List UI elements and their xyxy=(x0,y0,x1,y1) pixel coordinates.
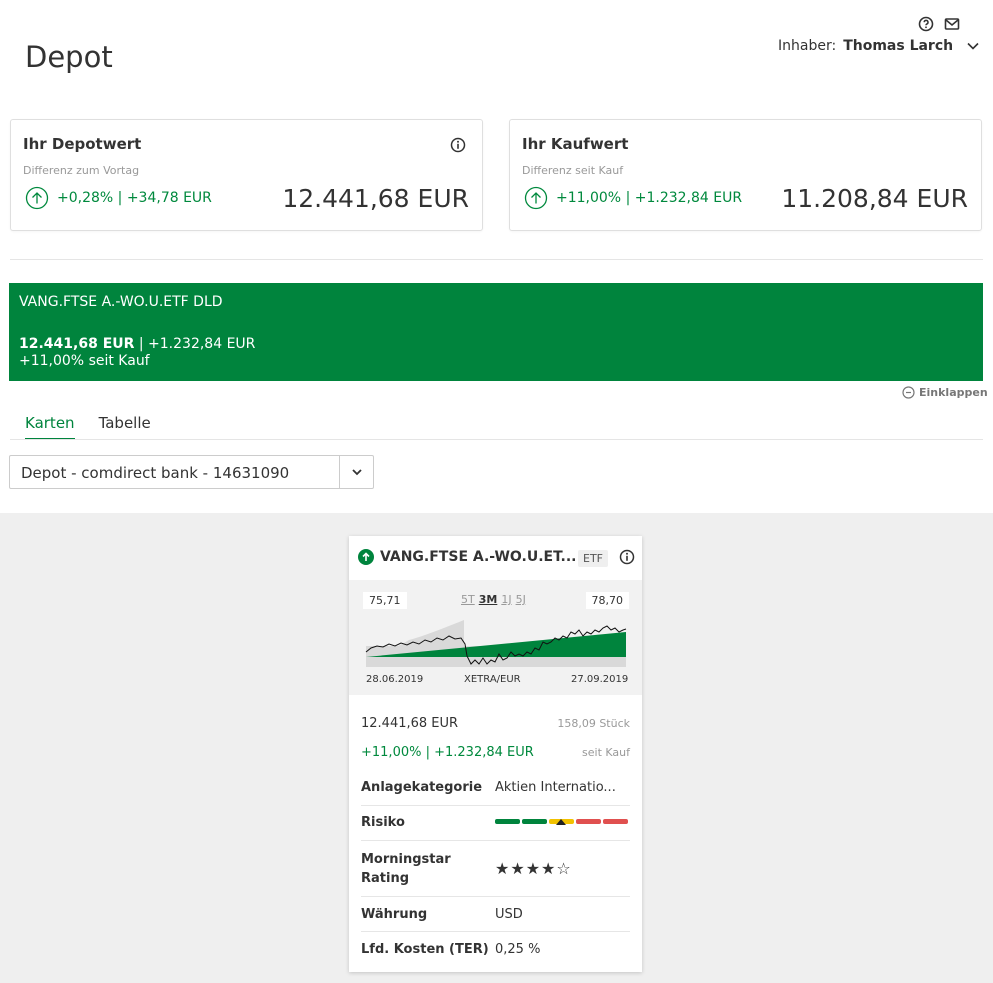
risk-segment-2 xyxy=(522,819,547,824)
chart-exchange: XETRA/EUR xyxy=(464,674,521,685)
category-value: Aktien Internatio... xyxy=(495,780,616,795)
arrow-up-circle-icon xyxy=(524,186,548,210)
period-selector: 5T 3M 1J 5J xyxy=(461,593,526,606)
kaufwert-delta-text: +11,00% | +1.232,84 EUR xyxy=(556,190,743,206)
chevron-down-icon xyxy=(351,469,362,476)
account-select-toggle[interactable] xyxy=(339,456,373,488)
tab-karten[interactable]: Karten xyxy=(25,414,75,440)
kaufwert-card: Ihr Kaufwert Differenz seit Kauf +11,00%… xyxy=(509,119,982,231)
chart-end-date: 27.09.2019 xyxy=(571,674,629,685)
etf-performance-row: +11,00% | +1.232,84 EUR seit Kauf xyxy=(361,745,630,760)
currency-row: Währung USD xyxy=(361,897,630,932)
owner-name: Thomas Larch xyxy=(843,38,954,54)
etf-value: 12.441,68 EUR xyxy=(361,716,459,731)
owner-label: Inhaber: xyxy=(778,38,837,54)
currency-value: USD xyxy=(495,907,523,922)
owner-selector[interactable]: Inhaber: Thomas Larch xyxy=(778,38,980,54)
risk-marker-icon xyxy=(556,819,566,825)
depotwert-card: Ihr Depotwert Differenz zum Vortag +0,28… xyxy=(10,119,483,231)
currency-label: Währung xyxy=(361,907,428,922)
price-chart: 75,71 5T 3M 1J 5J 78,70 28.06.2019 XETRA… xyxy=(349,580,642,695)
rating-row: Morningstar Rating ★★★★☆ xyxy=(361,841,630,897)
risk-scale xyxy=(495,819,630,827)
risk-row: Risiko xyxy=(361,806,630,841)
etf-value-row: 12.441,68 EUR 158,09 Stück xyxy=(361,716,630,731)
etf-card-header: VANG.FTSE A.-WO.U.ET... ETF xyxy=(349,536,642,580)
etf-title: VANG.FTSE A.-WO.U.ET... xyxy=(380,549,577,565)
page-title: Depot xyxy=(25,40,113,74)
account-select-value: Depot - comdirect bank - 14631090 xyxy=(21,464,290,482)
collapse-label: Einklappen xyxy=(919,386,988,399)
minus-circle-icon xyxy=(902,386,915,399)
info-icon[interactable] xyxy=(450,137,466,153)
rating-label-line-2: Rating xyxy=(361,871,410,886)
price-chart-graphic xyxy=(365,620,627,667)
category-row: Anlagekategorie Aktien Internatio... xyxy=(361,774,630,806)
mail-icon[interactable] xyxy=(944,16,960,32)
ter-label: Lfd. Kosten (TER) xyxy=(361,942,489,957)
account-select[interactable]: Depot - comdirect bank - 14631090 xyxy=(9,455,374,489)
arrow-up-circle-icon xyxy=(358,549,374,565)
position-banner[interactable]: VANG.FTSE A.-WO.U.ETF DLD 12.441,68 EUR … xyxy=(9,283,983,381)
etf-quantity: 158,09 Stück xyxy=(557,717,630,730)
view-tabs: Karten Tabelle xyxy=(25,414,151,440)
category-label: Anlagekategorie xyxy=(361,780,483,795)
period-5t[interactable]: 5T xyxy=(461,593,475,606)
depotwert-delta-text: +0,28% | +34,78 EUR xyxy=(57,190,212,206)
depotwert-delta: +0,28% | +34,78 EUR xyxy=(25,186,212,210)
banner-value-line: 12.441,68 EUR | +1.232,84 EUR xyxy=(19,336,255,352)
banner-gain: | +1.232,84 EUR xyxy=(134,336,256,352)
period-3m[interactable]: 3M xyxy=(479,593,498,606)
arrow-up-circle-icon xyxy=(25,186,49,210)
etf-performance: +11,00% | +1.232,84 EUR xyxy=(361,745,534,760)
etf-badge: ETF xyxy=(578,550,608,567)
period-5j[interactable]: 5J xyxy=(516,593,526,606)
help-icon[interactable] xyxy=(918,16,934,32)
info-icon[interactable] xyxy=(619,549,635,565)
depotwert-title: Ihr Depotwert xyxy=(23,135,142,153)
rating-stars: ★★★★☆ xyxy=(495,859,572,878)
kaufwert-delta: +11,00% | +1.232,84 EUR xyxy=(524,186,742,210)
depotwert-subtitle: Differenz zum Vortag xyxy=(23,164,140,177)
chart-low: 75,71 xyxy=(363,592,407,609)
kaufwert-value: 11.208,84 EUR xyxy=(781,184,968,213)
rating-label-line-1: Morningstar xyxy=(361,852,451,867)
chart-high: 78,70 xyxy=(585,592,629,609)
depotwert-value: 12.441,68 EUR xyxy=(282,184,469,213)
ter-value: 0,25 % xyxy=(495,942,541,957)
risk-segment-5 xyxy=(603,819,628,824)
risk-label: Risiko xyxy=(361,815,405,830)
tabs-divider xyxy=(10,439,983,440)
chevron-down-icon xyxy=(967,42,979,50)
kaufwert-subtitle: Differenz seit Kauf xyxy=(522,164,624,177)
kaufwert-title: Ihr Kaufwert xyxy=(522,135,629,153)
chart-start-date: 28.06.2019 xyxy=(366,674,424,685)
period-1j[interactable]: 1J xyxy=(501,593,511,606)
tab-tabelle[interactable]: Tabelle xyxy=(99,414,151,440)
ter-row: Lfd. Kosten (TER) 0,25 % xyxy=(361,932,630,968)
collapse-button[interactable]: Einklappen xyxy=(902,386,988,399)
banner-name: VANG.FTSE A.-WO.U.ETF DLD xyxy=(19,294,223,310)
banner-value: 12.441,68 EUR xyxy=(19,336,135,352)
risk-segment-1 xyxy=(495,819,520,824)
top-icons xyxy=(918,16,960,32)
banner-performance: +11,00% seit Kauf xyxy=(19,353,150,369)
etf-card[interactable]: VANG.FTSE A.-WO.U.ET... ETF 75,71 5T 3M … xyxy=(349,536,642,972)
rating-label: Morningstar Rating xyxy=(361,850,451,888)
risk-segment-4 xyxy=(576,819,601,824)
etf-performance-note: seit Kauf xyxy=(582,746,630,759)
divider xyxy=(10,259,983,260)
